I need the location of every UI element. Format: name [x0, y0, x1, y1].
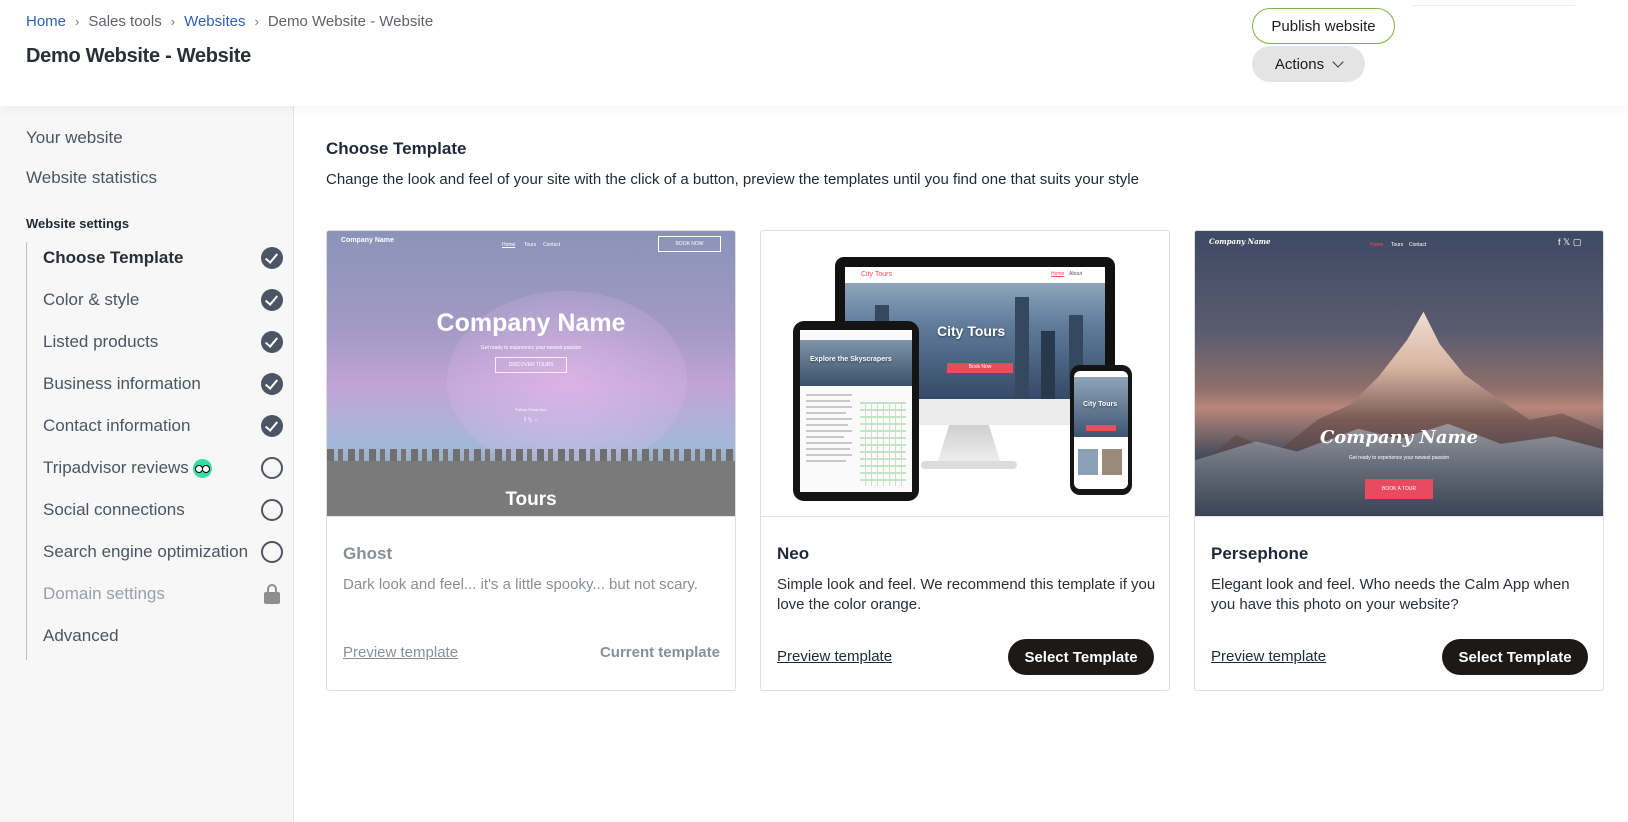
actions-button[interactable]: Actions	[1252, 46, 1365, 82]
sidebar-item-label: Business information	[43, 374, 201, 393]
sidebar-item-label: Domain settings	[43, 584, 165, 603]
tripadvisor-owl-icon	[192, 459, 212, 478]
template-card-ghost: Company Name Home Tours Contact BOOK NOW…	[326, 230, 736, 691]
template-name: Ghost	[343, 544, 393, 563]
template-description: Dark look and feel... it's a little spoo…	[343, 576, 698, 593]
thumb-social-icons: f 𝕏 ▢	[1558, 237, 1582, 247]
thumb-nav-home: Home	[502, 242, 516, 248]
preview-template-link[interactable]: Preview template	[777, 648, 892, 665]
header-divider	[1412, 5, 1575, 6]
thumb-tablet: Explore the Skyscrapers	[793, 321, 919, 501]
thumb-social-icons: f 𝕏 ○	[524, 418, 538, 424]
sidebar-item-label: Color & style	[43, 290, 140, 309]
section-description: Change the look and feel of your site wi…	[326, 171, 1139, 188]
preview-template-link[interactable]: Preview template	[343, 644, 458, 661]
check-circle-icon	[261, 373, 283, 395]
sidebar-item-business-information[interactable]: Business information	[43, 368, 283, 400]
breadcrumb-home-link[interactable]: Home	[26, 13, 66, 30]
thumb-nav-contact: Contact	[1409, 242, 1427, 248]
actions-label: Actions	[1274, 55, 1325, 73]
breadcrumb-separator: ›	[254, 14, 259, 29]
preview-template-link[interactable]: Preview template	[1211, 648, 1326, 665]
template-thumbnail: Company Name Home Tours Contact BOOK NOW…	[327, 231, 735, 517]
check-circle-icon	[261, 415, 283, 437]
template-name: Neo	[777, 544, 810, 563]
thumb-tablet-title: Explore the Skyscrapers	[810, 356, 892, 363]
breadcrumb-websites-link[interactable]: Websites	[184, 13, 245, 30]
empty-circle-icon	[261, 499, 283, 521]
thumb-cta: BOOK A TOUR	[1365, 479, 1433, 499]
breadcrumb-sales-tools: Sales tools	[88, 13, 162, 30]
template-card-neo: City Tours Home About City Tours Book No…	[760, 230, 1170, 691]
thumb-hero-title: Company Name	[1319, 427, 1479, 448]
sidebar-item-social-connections[interactable]: Social connections	[43, 494, 283, 526]
select-template-button[interactable]: Select Template	[1008, 639, 1154, 675]
sidebar-item-label: Social connections	[43, 500, 185, 519]
empty-circle-icon	[261, 541, 283, 563]
template-name: Persephone	[1211, 544, 1309, 563]
template-thumbnail: City Tours Home About City Tours Book No…	[761, 231, 1169, 517]
chevron-down-icon	[1332, 56, 1344, 68]
thumb-nav-home: Home	[1370, 242, 1384, 248]
template-description: Simple look and feel. We recommend this …	[777, 576, 1156, 613]
thumb-book-now: BOOK NOW	[658, 236, 721, 252]
thumb-nav-tours: Tours	[524, 242, 537, 248]
current-template-label: Current template	[599, 644, 720, 661]
breadcrumb-separator: ›	[170, 14, 176, 29]
lock-icon	[263, 583, 281, 605]
sidebar-item-advanced[interactable]: Advanced	[43, 620, 283, 652]
check-circle-icon	[261, 247, 283, 269]
thumb-phone: City Tours	[1070, 365, 1132, 495]
page-title: Demo Website - Website	[26, 45, 251, 67]
thumb-hero-title: Company Name	[436, 309, 626, 337]
check-circle-icon	[261, 331, 283, 353]
thumb-company-name: Company Name	[1209, 237, 1271, 246]
sidebar-item-color-style[interactable]: Color & style	[43, 284, 283, 316]
thumb-nav-home: Home	[1051, 271, 1065, 277]
sidebar-item-label-wrap: Tripadvisor reviews	[43, 458, 212, 478]
sidebar-item-seo[interactable]: Search engine optimization	[43, 536, 283, 568]
breadcrumb-separator: ›	[75, 14, 80, 29]
sidebar-item-choose-template[interactable]: Choose Template	[43, 242, 283, 274]
sidebar-item-label: Tripadvisor reviews	[43, 457, 189, 477]
sidebar-rail	[26, 242, 27, 660]
thumb-follow: Follow Ghost Inc!	[515, 407, 547, 412]
thumb-tagline: Get ready to experience your newest pass…	[1348, 455, 1450, 461]
thumb-company-name: Company Name	[341, 237, 394, 244]
thumb-tagline: Get ready to experience your newest pass…	[480, 345, 582, 351]
empty-circle-icon	[261, 457, 283, 479]
thumb-nav-brand: City Tours	[861, 271, 892, 278]
section-title: Choose Template	[326, 139, 467, 158]
sidebar-item-label: Search engine optimization	[43, 542, 249, 561]
thumb-nav-about: About	[1069, 271, 1083, 277]
sidebar-item-domain-settings: Domain settings	[43, 578, 283, 610]
sidebar: Your website Website statistics Website …	[0, 106, 294, 822]
page-header: Home › Sales tools › Websites › Demo Web…	[0, 0, 1628, 106]
sidebar-item-your-website[interactable]: Your website	[26, 128, 123, 148]
thumb-cta: DISCOVER TOURS	[495, 357, 567, 373]
sidebar-item-tripadvisor-reviews[interactable]: Tripadvisor reviews	[43, 452, 283, 484]
sidebar-item-contact-information[interactable]: Contact information	[43, 410, 283, 442]
sidebar-item-label: Advanced	[43, 626, 119, 645]
thumb-book-now: Book Now	[968, 364, 992, 370]
thumb-nav-tours: Tours	[1391, 242, 1404, 248]
sidebar-item-label: Listed products	[43, 332, 159, 351]
template-card-persephone: Company Name Home Tours Contact f 𝕏 ▢ Co…	[1194, 230, 1604, 691]
sidebar-item-label: Contact information	[43, 416, 191, 435]
publish-website-button[interactable]: Publish website	[1252, 8, 1395, 44]
thumb-hero-title: City Tours	[937, 323, 1006, 339]
thumb-phone-title: City Tours	[1083, 401, 1118, 408]
check-circle-icon	[261, 289, 283, 311]
sidebar-item-listed-products[interactable]: Listed products	[43, 326, 283, 358]
breadcrumb-current: Demo Website - Website	[267, 13, 434, 30]
template-description: Elegant look and feel. Who needs the Cal…	[1211, 576, 1570, 613]
sidebar-section-title: Website settings	[26, 216, 130, 231]
sidebar-item-website-statistics[interactable]: Website statistics	[26, 168, 157, 188]
breadcrumb: Home › Sales tools › Websites › Demo Web…	[26, 13, 433, 30]
thumb-nav-contact: Contact	[543, 242, 561, 248]
select-template-button[interactable]: Select Template	[1442, 639, 1588, 675]
thumb-section-title: Tours	[505, 489, 557, 510]
sidebar-item-label: Choose Template	[43, 248, 184, 267]
template-thumbnail: Company Name Home Tours Contact f 𝕏 ▢ Co…	[1195, 231, 1603, 517]
